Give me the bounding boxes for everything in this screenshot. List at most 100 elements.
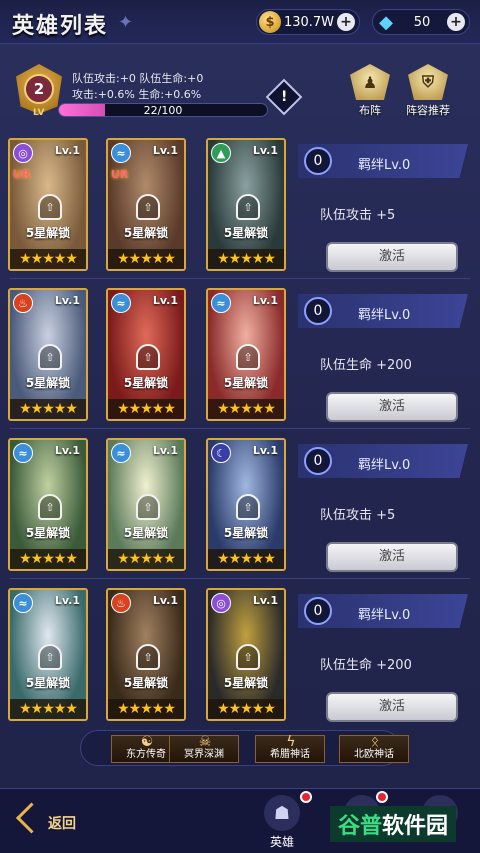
hero-card[interactable]: ◎ Lv.1 ⇧ 5星解锁 ★★★★★: [206, 588, 286, 721]
element-fire-icon: ♨: [13, 293, 33, 313]
lock-icon: ⇧: [38, 194, 62, 220]
bond-bonus: 队伍攻击 +5: [320, 208, 396, 223]
hero-row: ≈ Lv.1 ⇧ 5星解锁 ★★★★★ ≈ Lv.1 ⇧ 5星解锁 ★★★★★ …: [0, 438, 480, 583]
bond-panel: 0 羁绊Lv.0 队伍攻击 +5 激活: [298, 138, 474, 272]
row-divider: [10, 278, 470, 279]
title-decoration-icon: ✦: [118, 12, 134, 33]
add-gold-button[interactable]: +: [337, 13, 355, 31]
watermark-logo: 谷普 软件园: [330, 806, 457, 842]
page-title: 英雄列表: [12, 14, 109, 39]
hero-icon: ☗: [264, 795, 300, 831]
hero-notification-dot: [300, 791, 312, 803]
star-rating: ★★★★★: [108, 699, 184, 719]
activate-button[interactable]: 激活: [326, 242, 458, 272]
lock-icon: ⇧: [38, 344, 62, 370]
hero-level: Lv.1: [252, 144, 278, 157]
back-button[interactable]: 返回: [12, 802, 94, 837]
gold-value: 130.7W: [283, 14, 335, 30]
hero-card[interactable]: ≈ Lv.1 ⇧ 5星解锁 ★★★★★: [8, 438, 88, 571]
hero-level: Lv.1: [252, 294, 278, 307]
activate-button[interactable]: 激活: [326, 692, 458, 722]
hero-level: Lv.1: [252, 444, 278, 457]
hero-card[interactable]: ≈ Lv.1 ⇧ 5星解锁 ★★★★★: [206, 288, 286, 421]
hero-card[interactable]: ≈ Lv.1 ⇧ 5星解锁 ★★★★★: [8, 588, 88, 721]
hero-row: ≈ Lv.1 ⇧ 5星解锁 ★★★★★ ♨ Lv.1 ⇧ 5星解锁 ★★★★★ …: [0, 588, 480, 733]
bond-panel: 0 羁绊Lv.0 队伍生命 +200 激活: [298, 588, 474, 722]
unlock-requirement: 5星解锁: [223, 676, 269, 690]
hero-card[interactable]: ♨ Lv.1 ⇧ 5星解锁 ★★★★★: [106, 588, 186, 721]
row-divider: [10, 428, 470, 429]
element-water-icon: ≈: [13, 593, 33, 613]
hero-row: ◎ Lv.1 UR ⇧ 5星解锁 ★★★★★ ≈ Lv.1 UR ⇧ 5星解锁 …: [0, 138, 480, 283]
activate-button[interactable]: 激活: [326, 392, 458, 422]
star-rating: ★★★★★: [108, 549, 184, 569]
watermark-part-2: 软件园: [382, 814, 449, 839]
hero-row: ♨ Lv.1 ⇧ 5星解锁 ★★★★★ ≈ Lv.1 ⇧ 5星解锁 ★★★★★ …: [0, 288, 480, 433]
helmet-icon: ⛨: [408, 64, 448, 100]
lock-icon: ⇧: [136, 344, 160, 370]
bond-bonus: 队伍攻击 +5: [320, 508, 396, 523]
star-rating: ★★★★★: [10, 399, 86, 419]
element-fire-icon: ♨: [111, 593, 131, 613]
bond-level-label: 羁绊Lv.0: [358, 308, 411, 323]
lv-tag: LV: [33, 108, 45, 118]
team-level-badge[interactable]: 2: [16, 64, 62, 114]
lock-icon: ⇧: [38, 494, 62, 520]
lock-icon: ⇧: [136, 644, 160, 670]
bond-panel: 0 羁绊Lv.0 队伍生命 +200 激活: [298, 288, 474, 422]
lock-icon: ⇧: [236, 344, 260, 370]
lock-icon: ⇧: [136, 494, 160, 520]
star-rating: ★★★★★: [208, 549, 284, 569]
bond-count: 0: [304, 297, 332, 325]
element-water-icon: ≈: [111, 143, 131, 163]
unlock-requirement: 5星解锁: [123, 226, 169, 240]
hero-card[interactable]: ♨ Lv.1 ⇧ 5星解锁 ★★★★★: [8, 288, 88, 421]
hero-card[interactable]: ≈ Lv.1 ⇧ 5星解锁 ★★★★★: [106, 288, 186, 421]
nav-hero-label: 英雄: [269, 835, 294, 849]
star-rating: ★★★★★: [208, 699, 284, 719]
hero-card[interactable]: ▲ Lv.1 ⇧ 5星解锁 ★★★★★: [206, 138, 286, 271]
star-rating: ★★★★★: [10, 249, 86, 269]
bond-bonus: 队伍生命 +200: [320, 658, 412, 673]
experience-text: 22/100: [143, 104, 183, 117]
unlock-requirement: 5星解锁: [223, 226, 269, 240]
bond-count: 0: [304, 447, 332, 475]
experience-bar: 22/100: [58, 103, 268, 117]
star-rating: ★★★★★: [108, 249, 184, 269]
row-divider: [10, 578, 470, 579]
star-rating: ★★★★★: [10, 699, 86, 719]
star-rating: ★★★★★: [208, 399, 284, 419]
bond-panel: 0 羁绊Lv.0 队伍攻击 +5 激活: [298, 438, 474, 572]
hero-card[interactable]: ☾ Lv.1 ⇧ 5星解锁 ★★★★★: [206, 438, 286, 571]
bond-count: 0: [304, 597, 332, 625]
element-water-icon: ≈: [111, 443, 131, 463]
tab-norse-myth[interactable]: ᛟ 北欧神话: [339, 734, 409, 763]
formation-button[interactable]: ♟ 布阵: [340, 64, 400, 117]
tab-label: 北欧神话: [354, 749, 394, 760]
hero-level: Lv.1: [152, 294, 178, 307]
gold-counter: $ 130.7W +: [256, 9, 360, 35]
tab-underworld-abyss[interactable]: ☠ 冥界深渊: [169, 734, 239, 763]
activate-button[interactable]: 激活: [326, 542, 458, 572]
tab-greek-myth[interactable]: ϟ 希腊神话: [255, 734, 325, 763]
bond-level-label: 羁绊Lv.0: [358, 158, 411, 173]
add-gem-button[interactable]: +: [447, 13, 465, 31]
lineup-recommend-label: 阵容推荐: [406, 104, 450, 117]
back-label: 返回: [48, 816, 76, 832]
bond-count: 0: [304, 147, 332, 175]
info-icon: !: [280, 88, 288, 105]
hero-card[interactable]: ≈ Lv.1 UR ⇧ 5星解锁 ★★★★★: [106, 138, 186, 271]
team-level: 2: [24, 74, 54, 104]
hero-card[interactable]: ◎ Lv.1 UR ⇧ 5星解锁 ★★★★★: [8, 138, 88, 271]
lineup-recommend-button[interactable]: ⛨ 阵容推荐: [398, 64, 458, 117]
element-purple-icon: ◎: [13, 143, 33, 163]
element-water-icon: ≈: [111, 293, 131, 313]
hero-card[interactable]: ≈ Lv.1 ⇧ 5星解锁 ★★★★★: [106, 438, 186, 571]
unlock-requirement: 5星解锁: [223, 376, 269, 390]
lock-icon: ⇧: [236, 494, 260, 520]
hero-level: Lv.1: [54, 444, 80, 457]
star-rating: ★★★★★: [10, 549, 86, 569]
rarity-badge: UR: [13, 168, 31, 181]
gold-coin-icon: $: [259, 11, 281, 33]
lock-icon: ⇧: [236, 644, 260, 670]
